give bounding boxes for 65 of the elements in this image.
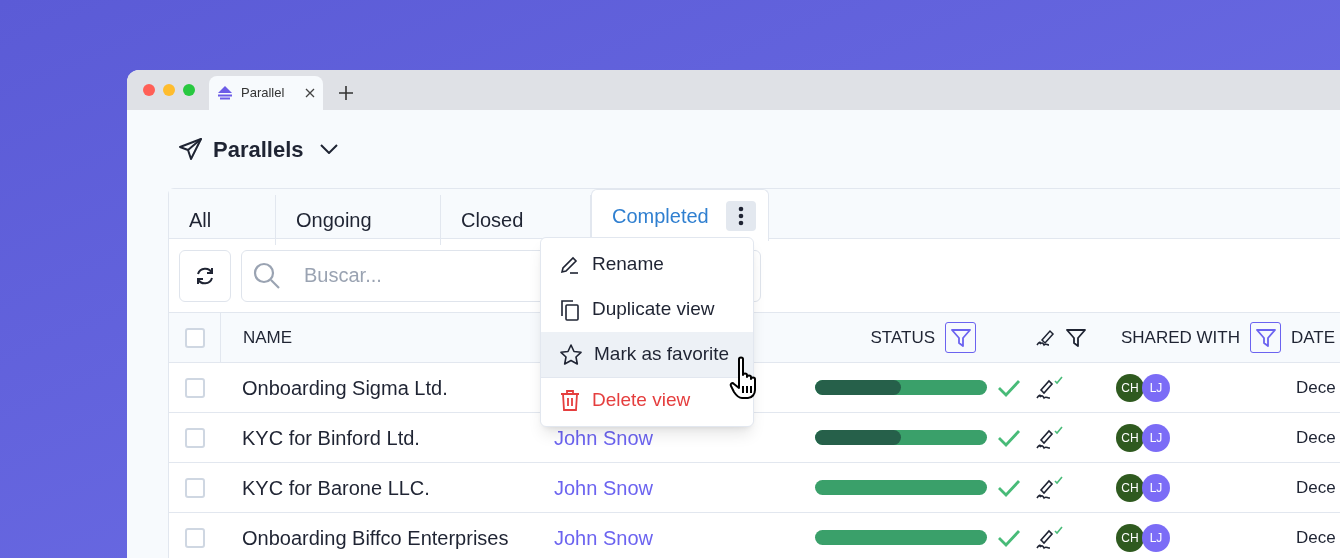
more-options-button[interactable] bbox=[726, 200, 756, 231]
avatar: CH bbox=[1116, 373, 1144, 402]
signature-icon bbox=[1036, 328, 1056, 347]
select-all-checkbox[interactable] bbox=[184, 327, 205, 348]
name-cell-text: Onboarding Biffco Enterprises bbox=[241, 525, 510, 551]
checkmark-icon bbox=[997, 428, 1021, 447]
row-checkbox[interactable] bbox=[185, 377, 205, 398]
star-icon bbox=[560, 344, 582, 365]
avatar: CH bbox=[1116, 473, 1144, 502]
signed-icon bbox=[1036, 375, 1064, 400]
filter-icon bbox=[1066, 327, 1086, 348]
row-checkbox[interactable] bbox=[185, 427, 205, 448]
column-header: SHARED WITH bbox=[1121, 326, 1240, 349]
menu-item[interactable]: Delete view bbox=[541, 377, 753, 422]
menu-item[interactable]: Mark as favorite bbox=[541, 332, 753, 377]
date-cell-text: Dece bbox=[1295, 376, 1337, 399]
checkmark-icon bbox=[997, 478, 1021, 497]
chevron-down-icon[interactable] bbox=[319, 144, 338, 154]
filter-button[interactable] bbox=[1066, 327, 1086, 348]
row-checkbox[interactable] bbox=[185, 477, 205, 498]
date-cell-text: Dece bbox=[1295, 476, 1337, 499]
menu-item[interactable]: Rename bbox=[541, 242, 753, 287]
kebab-icon bbox=[738, 205, 744, 226]
signed-icon bbox=[1036, 425, 1064, 450]
view-tab[interactable]: All bbox=[169, 195, 276, 245]
avatar: LJ bbox=[1142, 373, 1170, 402]
column-header: NAME bbox=[243, 326, 293, 349]
page-title: Parallels bbox=[213, 135, 304, 164]
date-cell-text: Dece bbox=[1295, 426, 1337, 449]
avatar: LJ bbox=[1142, 423, 1170, 452]
row-checkbox[interactable] bbox=[185, 527, 205, 548]
name-cell-text: KYC for Barone LLC. bbox=[241, 475, 431, 501]
column-header: STATUS bbox=[870, 326, 935, 349]
view-tab[interactable]: Ongoing bbox=[276, 195, 441, 245]
owner-link[interactable]: John Snow bbox=[554, 472, 653, 503]
checkmark-icon bbox=[997, 528, 1021, 547]
avatar: LJ bbox=[1142, 473, 1170, 502]
filter-icon bbox=[950, 327, 971, 348]
avatar: CH bbox=[1116, 423, 1144, 452]
filter-icon bbox=[1255, 327, 1276, 348]
search-icon bbox=[253, 261, 281, 290]
name-cell-text: KYC for Binford Ltd. bbox=[241, 425, 421, 451]
menu-item[interactable]: Duplicate view bbox=[541, 287, 753, 332]
browser-tab[interactable]: Parallel bbox=[209, 76, 323, 110]
owner-link[interactable]: John Snow bbox=[554, 522, 653, 553]
tab-title: Parallel bbox=[241, 84, 286, 103]
paper-plane-icon bbox=[179, 138, 203, 160]
date-cell-text: Dece bbox=[1295, 526, 1337, 549]
pencil-icon bbox=[560, 254, 580, 275]
copy-icon bbox=[560, 298, 580, 321]
trash-icon bbox=[560, 389, 580, 411]
new-tab-icon[interactable] bbox=[339, 86, 353, 100]
refresh-button[interactable] bbox=[179, 249, 231, 302]
app-logo-icon bbox=[217, 86, 233, 100]
checkmark-icon bbox=[997, 378, 1021, 397]
avatar: CH bbox=[1116, 523, 1144, 552]
avatar: LJ bbox=[1142, 523, 1170, 552]
signed-icon bbox=[1036, 475, 1064, 500]
close-icon[interactable] bbox=[305, 88, 315, 98]
view-tab[interactable]: Completed bbox=[591, 189, 769, 241]
name-cell-text: Onboarding Sigma Ltd. bbox=[241, 375, 449, 401]
owner-link[interactable]: John Snow bbox=[554, 422, 653, 453]
close-window-button[interactable] bbox=[143, 84, 155, 96]
signed-icon bbox=[1036, 525, 1064, 550]
column-header: DATE bbox=[1291, 326, 1336, 349]
